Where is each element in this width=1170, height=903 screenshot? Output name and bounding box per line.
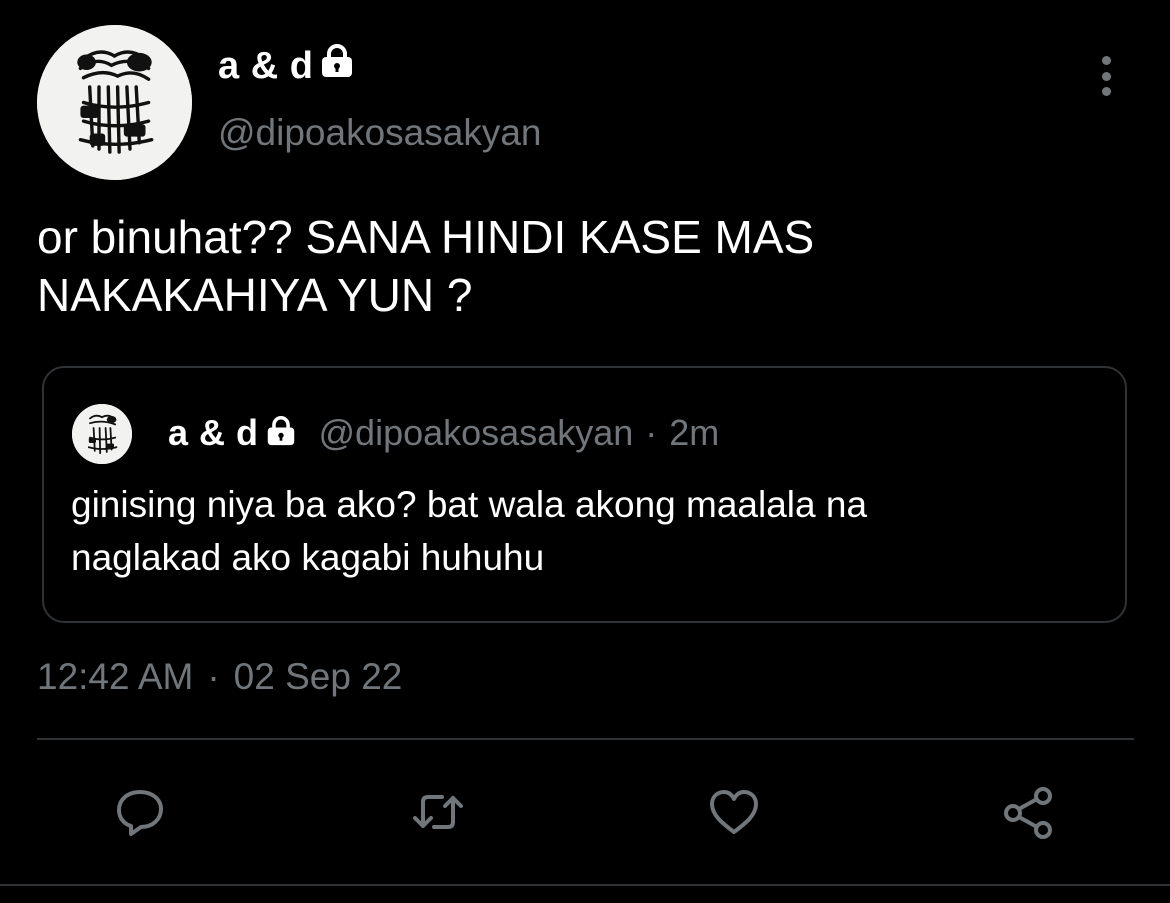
author-avatar[interactable] — [37, 25, 192, 180]
quoted-text-line: ginising niya ba ako? bat wala akong maa… — [71, 484, 868, 525]
tweet-timestamp[interactable]: 12:42 AM · 02 Sep 22 — [37, 656, 402, 698]
quoted-author-name: a & d — [168, 412, 259, 453]
bottom-divider — [0, 884, 1170, 886]
quoted-author-avatar — [72, 404, 132, 464]
author-handle[interactable]: @dipoakosasakyan — [218, 112, 541, 154]
quoted-separator: · — [645, 412, 658, 453]
more-dot — [1101, 71, 1111, 81]
lock-icon — [265, 415, 297, 451]
avatar-sketch-icon — [37, 25, 192, 180]
retweet-button[interactable] — [406, 780, 470, 844]
tweet-text: or binuhat?? SANA HINDI KASE MAS NAKAKAH… — [37, 208, 1127, 324]
quoted-text-line: naglakad ako kagabi huhuhu — [71, 537, 545, 578]
heart-icon — [710, 790, 758, 834]
action-bar — [0, 780, 1170, 850]
author-name-text: a & d — [218, 44, 314, 87]
avatar-sketch-icon — [72, 404, 132, 464]
quoted-tweet-card[interactable]: a & d @dipoakosasakyan · 2m ginising niy… — [42, 366, 1127, 623]
quoted-time-ago: 2m — [669, 412, 720, 453]
timestamp-separator: · — [207, 656, 220, 697]
quoted-tweet-text: ginising niya ba ako? bat wala akong maa… — [71, 478, 1091, 584]
author-display-name[interactable]: a & d — [218, 44, 355, 88]
reply-icon — [117, 790, 163, 836]
tweet-time: 12:42 AM — [37, 656, 194, 697]
divider — [37, 738, 1134, 740]
tweet-date: 02 Sep 22 — [233, 656, 403, 697]
share-icon — [1004, 787, 1052, 839]
share-button[interactable] — [997, 780, 1061, 844]
lock-icon — [319, 44, 355, 88]
more-dot — [1101, 87, 1111, 96]
more-vertical-icon[interactable] — [1094, 56, 1118, 96]
more-dot — [1101, 56, 1111, 65]
like-button[interactable] — [702, 780, 766, 844]
tweet-text-line: or binuhat?? SANA HINDI KASE MAS — [37, 211, 815, 263]
tweet-text-line: NAKAKAHIYA YUN ? — [37, 269, 473, 321]
reply-button[interactable] — [108, 780, 172, 844]
quoted-author-handle: @dipoakosasakyan — [318, 412, 634, 453]
quoted-tweet-header: a & d @dipoakosasakyan · 2m — [168, 412, 719, 454]
retweet-icon — [413, 795, 463, 829]
